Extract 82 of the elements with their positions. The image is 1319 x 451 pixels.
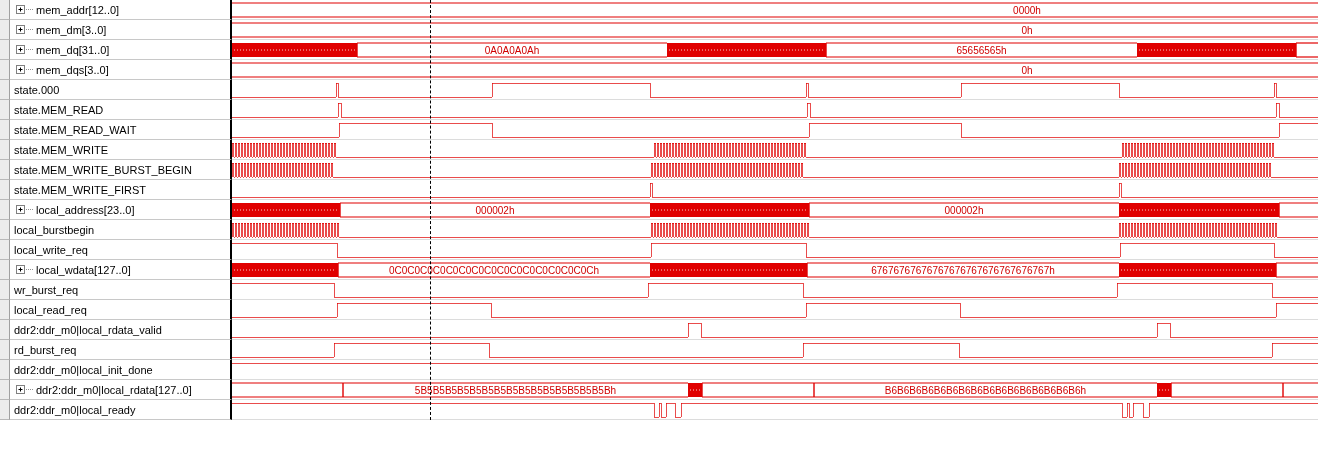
signal-name[interactable]: mem_addr[12..0] (36, 3, 120, 16)
signal-row[interactable]: state.MEM_READ_WAIT (10, 120, 232, 140)
row-header[interactable] (0, 40, 10, 60)
expand-icon[interactable] (16, 25, 34, 34)
signal-row[interactable]: state.000 (10, 80, 232, 100)
signal-name[interactable]: local_wdata[127..0] (36, 263, 131, 276)
row-header[interactable] (0, 340, 10, 360)
signal-row[interactable]: local_burstbegin (10, 220, 232, 240)
signal-name[interactable]: state.MEM_READ_WAIT (14, 123, 137, 136)
signal-name[interactable]: ddr2:ddr_m0|local_rdata[127..0] (36, 383, 192, 396)
signal-row[interactable]: local_read_req (10, 300, 232, 320)
signal-name[interactable]: state.MEM_WRITE_FIRST (14, 183, 147, 196)
signal-name[interactable]: state.MEM_WRITE_BURST_BEGIN (14, 163, 192, 176)
row-header[interactable] (0, 300, 10, 320)
signal-row[interactable]: state.MEM_WRITE_FIRST (10, 180, 232, 200)
signal-row[interactable]: wr_burst_req (10, 280, 232, 300)
bus-value: 0000h (1013, 4, 1041, 16)
expand-icon[interactable] (16, 5, 34, 14)
signal-name[interactable]: local_burstbegin (14, 223, 95, 236)
row-header[interactable] (0, 400, 10, 420)
signal-row[interactable]: mem_addr[12..0] (10, 0, 232, 20)
signal-name[interactable]: mem_dqs[3..0] (36, 63, 109, 76)
row-header[interactable] (0, 280, 10, 300)
bus-value: 0h (1021, 24, 1033, 36)
signal-row[interactable]: rd_burst_req (10, 340, 232, 360)
signal-row[interactable]: ddr2:ddr_m0|local_init_done (10, 360, 232, 380)
cursor-line[interactable] (430, 0, 431, 420)
bus-value: 0h (1021, 64, 1033, 76)
row-header[interactable] (0, 20, 10, 40)
bus-value: 000002h (944, 204, 984, 216)
signal-row[interactable]: local_address[23..0] (10, 200, 232, 220)
row-header[interactable] (0, 120, 10, 140)
signal-row[interactable]: ddr2:ddr_m0|local_ready (10, 400, 232, 420)
signal-row[interactable]: state.MEM_WRITE (10, 140, 232, 160)
expand-icon[interactable] (16, 65, 34, 74)
bus-value: 0C0C0C0C0C0C0C0C0C0C0C0C0C0C0C0Ch (388, 264, 600, 276)
signal-row[interactable]: mem_dqs[3..0] (10, 60, 232, 80)
row-header[interactable] (0, 220, 10, 240)
expand-icon[interactable] (16, 385, 34, 394)
signal-name[interactable]: ddr2:ddr_m0|local_rdata_valid (14, 323, 162, 336)
signal-name[interactable]: state.MEM_READ (14, 103, 104, 116)
row-header[interactable] (0, 160, 10, 180)
row-header[interactable] (0, 100, 10, 120)
signal-name[interactable]: local_read_req (14, 303, 87, 316)
bus-value: 67676767676767676767676767676767h (871, 264, 1055, 276)
row-header[interactable] (0, 140, 10, 160)
row-header[interactable] (0, 80, 10, 100)
row-header[interactable] (0, 260, 10, 280)
signal-row[interactable]: state.MEM_READ (10, 100, 232, 120)
signal-row[interactable]: ddr2:ddr_m0|local_rdata_valid (10, 320, 232, 340)
signal-row[interactable]: state.MEM_WRITE_BURST_BEGIN (10, 160, 232, 180)
row-header[interactable] (0, 180, 10, 200)
signal-name[interactable]: state.MEM_WRITE (14, 143, 109, 156)
signal-name[interactable]: mem_dm[3..0] (36, 23, 107, 36)
signal-name[interactable]: rd_burst_req (14, 343, 77, 356)
expand-icon[interactable] (16, 45, 34, 54)
signal-name[interactable]: ddr2:ddr_m0|local_init_done (14, 363, 153, 376)
row-header[interactable] (0, 320, 10, 340)
signal-row[interactable]: local_wdata[127..0] (10, 260, 232, 280)
row-header[interactable] (0, 60, 10, 80)
signal-name[interactable]: local_write_req (14, 243, 88, 256)
bus-value: 5B5B5B5B5B5B5B5B5B5B5B5B5B5B5B5Bh (414, 384, 617, 396)
signal-name[interactable]: mem_dq[31..0] (36, 43, 110, 56)
row-header[interactable] (0, 0, 10, 20)
bus-value: 0A0A0A0Ah (484, 44, 540, 56)
bus-value: B6B6B6B6B6B6B6B6B6B6B6B6B6B6B6B6h (884, 384, 1087, 396)
row-header[interactable] (0, 360, 10, 380)
signal-name[interactable]: ddr2:ddr_m0|local_ready (14, 403, 136, 416)
signal-row[interactable]: local_write_req (10, 240, 232, 260)
signal-row[interactable]: mem_dq[31..0] (10, 40, 232, 60)
signal-name[interactable]: wr_burst_req (14, 283, 79, 296)
signal-name[interactable]: local_address[23..0] (36, 203, 135, 216)
signal-row[interactable]: mem_dm[3..0] (10, 20, 232, 40)
signal-name[interactable]: state.000 (14, 83, 60, 96)
expand-icon[interactable] (16, 265, 34, 274)
row-header[interactable] (0, 380, 10, 400)
row-header[interactable] (0, 200, 10, 220)
expand-icon[interactable] (16, 205, 34, 214)
signal-row[interactable]: ddr2:ddr_m0|local_rdata[127..0] (10, 380, 232, 400)
row-header[interactable] (0, 240, 10, 260)
bus-value: 000002h (475, 204, 515, 216)
bus-value: 65656565h (956, 44, 1007, 56)
